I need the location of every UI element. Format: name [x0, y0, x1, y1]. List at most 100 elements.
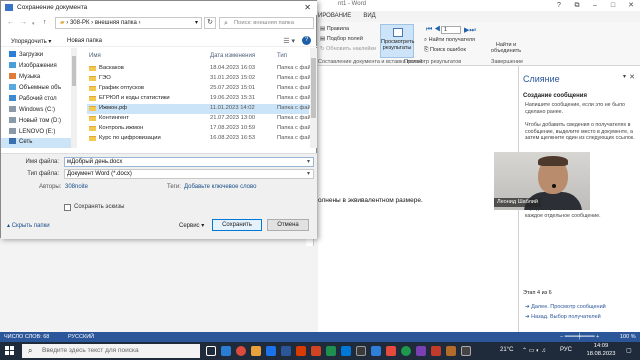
nav-item-downloads[interactable]: Загрузки	[9, 51, 43, 61]
file-list-scroll-thumb[interactable]	[311, 58, 316, 118]
minimize-icon[interactable]: –	[586, 0, 604, 11]
authors-value[interactable]: 308noite	[65, 184, 88, 190]
save-thumbnails-checkbox[interactable]	[64, 204, 71, 211]
view-options-icon[interactable]: ☰ ▾	[283, 37, 295, 45]
column-type[interactable]: Тип	[277, 53, 287, 59]
match-fields-button[interactable]: ▤ Подбор полей	[320, 36, 363, 42]
record-number-input[interactable]: 1	[441, 26, 461, 34]
dialog-close-icon[interactable]: ✕	[304, 3, 311, 12]
rules-button[interactable]: ▤ Правила	[320, 26, 349, 32]
check-errors-button[interactable]: ⎘ Поиск ошибок	[424, 47, 466, 54]
app-icon[interactable]	[356, 346, 366, 356]
up-arrow-icon[interactable]: ↑	[43, 19, 47, 26]
tab-mailings[interactable]: ИРОВАНИЕ	[318, 13, 351, 22]
clock[interactable]: 14:09 18.08.2023	[580, 343, 622, 358]
previous-step-link[interactable]: ➔ Назад. Выбор получателей	[525, 314, 601, 320]
preview-results-button[interactable]: Просмотреть результаты	[380, 24, 414, 58]
breadcrumb-external-folder[interactable]: внешняя папка	[95, 20, 137, 26]
app-icon[interactable]	[416, 346, 426, 356]
refresh-icon[interactable]: ↻	[204, 17, 216, 29]
word-icon[interactable]	[281, 346, 291, 356]
nav-item-3d-objects[interactable]: Объемные объ	[9, 84, 61, 94]
nav-item-music[interactable]: Музыка	[9, 73, 40, 83]
filetype-select[interactable]: Документ Word (*.docx) ▾	[64, 169, 314, 179]
finish-merge-button[interactable]: Найти и объединить	[490, 42, 522, 54]
recent-locations-icon[interactable]: ▾	[32, 21, 35, 27]
app-icon[interactable]	[221, 346, 231, 356]
file-row[interactable]: Контингент 21.07.2023 13:00 Папка с файл	[87, 114, 314, 124]
help-icon[interactable]: ?	[550, 0, 568, 11]
filename-input[interactable]: мДобрый день.docx ▾	[64, 157, 314, 167]
nav-item-drive-d[interactable]: Новый том (D:)	[9, 117, 61, 127]
excel-icon[interactable]	[326, 346, 336, 356]
app-icon[interactable]	[266, 346, 276, 356]
nav-item-network[interactable]: Сеть	[1, 138, 71, 148]
nav-item-pictures[interactable]: Изображения	[9, 62, 57, 72]
forward-arrow-icon[interactable]: →	[20, 19, 27, 26]
app-icon[interactable]	[296, 346, 306, 356]
tools-button[interactable]: Сервис ▾	[179, 222, 204, 229]
nav-scrollbar[interactable]	[71, 48, 77, 148]
app-icon[interactable]	[461, 346, 471, 356]
tray-icons[interactable]: ⌃ ▭ ◐ ♫	[522, 347, 546, 354]
zoom-level[interactable]: 100 %	[620, 334, 636, 340]
update-labels-button[interactable]: ↻ Обновить наклейки	[320, 46, 376, 52]
weather-widget[interactable]: 21°C	[500, 347, 513, 353]
pane-options-icon[interactable]: ▾	[623, 73, 626, 80]
new-folder-button[interactable]: Новая папка	[67, 38, 102, 44]
powerpoint-icon[interactable]	[311, 346, 321, 356]
app-icon[interactable]	[446, 346, 456, 356]
file-row[interactable]: График отпусков 25.07.2023 15:01 Папка с ф…	[87, 84, 314, 94]
back-arrow-icon[interactable]: ←	[7, 19, 14, 26]
windows-start-icon[interactable]	[5, 346, 15, 356]
file-row[interactable]: ЕГРЮЛ и коды статистики 19.06.2023 15:31 П…	[87, 94, 314, 104]
next-record-icon[interactable]: ▶⏭	[464, 26, 476, 35]
pane-close-icon[interactable]: ✕	[629, 73, 635, 81]
file-explorer-icon[interactable]	[251, 346, 261, 356]
organize-button[interactable]: Упорядочить ▾	[11, 38, 51, 45]
vscode-icon[interactable]	[371, 346, 381, 356]
app-icon[interactable]	[401, 346, 411, 356]
file-list-scrollbar[interactable]	[310, 48, 317, 148]
address-bar[interactable]: ▰ › 308-РК › внешняя папка › ▾	[55, 17, 202, 29]
zoom-slider[interactable]: − ━━━━┿━━━━ +	[560, 334, 599, 340]
close-icon[interactable]: ✕	[622, 0, 640, 11]
file-row[interactable]: Васкаков 18.04.2023 16:03 Папка с файл	[87, 64, 314, 74]
hide-folders-button[interactable]: ▴ Скрыть папки	[7, 222, 50, 229]
maximize-icon[interactable]: □	[604, 0, 622, 11]
ribbon-options-icon[interactable]: ⧉	[568, 0, 586, 11]
breadcrumb-308rk[interactable]: 308-РК	[70, 20, 90, 26]
column-name[interactable]: Имя	[89, 53, 101, 59]
chevron-down-icon[interactable]: ▾	[307, 158, 310, 166]
nav-item-drive-e[interactable]: LENOVO (E:)	[9, 128, 55, 138]
file-row[interactable]: Контроль.ижмон 17.08.2023 10:59 Папка с фа…	[87, 124, 314, 134]
word-count[interactable]: ЧИСЛО СЛОВ: 68	[4, 334, 49, 340]
file-row[interactable]: Курс по цифровизации 16.08.2023 16:53 Папк…	[87, 134, 314, 144]
chevron-down-icon[interactable]: ▾	[307, 170, 310, 178]
save-button[interactable]: Сохранить	[212, 219, 262, 231]
keyboard-language[interactable]: РУС	[560, 347, 572, 353]
nav-item-drive-c[interactable]: Windows (C:)	[9, 106, 55, 116]
file-row[interactable]: ГЭО 31.01.2023 15:02 Папка с файл	[87, 74, 314, 84]
next-step-link[interactable]: ➔ Далее. Просмотр сообщений	[525, 304, 606, 310]
help-icon[interactable]: ?	[302, 36, 311, 45]
task-view-icon[interactable]	[206, 346, 216, 356]
tags-input[interactable]: Добавьте ключевое слово	[184, 184, 256, 190]
search-input[interactable]: ⌕ Поиск: внешняя папка	[219, 17, 314, 29]
app-icon[interactable]	[431, 346, 441, 356]
nav-item-desktop[interactable]: Рабочий стол	[9, 95, 57, 105]
taskbar-search-input[interactable]: ⌕ Введите здесь текст для поиска	[22, 344, 200, 358]
app-icon[interactable]	[386, 346, 396, 356]
tab-view[interactable]: ВИД	[363, 13, 375, 22]
cancel-button[interactable]: Отмена	[267, 219, 309, 231]
file-row-selected[interactable]: Ижмон.рф 11.01.2023 14:02 Папка с файл	[87, 104, 314, 114]
app-icon[interactable]	[341, 346, 351, 356]
column-date[interactable]: Дата изменения	[210, 53, 255, 59]
notifications-icon[interactable]: ▢	[626, 347, 632, 354]
find-recipient-button[interactable]: ⌕ Найти получателя	[424, 37, 475, 44]
address-dropdown-icon[interactable]: ▾	[195, 18, 198, 28]
chrome-icon[interactable]	[236, 346, 246, 356]
language-indicator[interactable]: РУССКИЙ	[68, 334, 94, 340]
nav-scroll-thumb[interactable]	[72, 56, 76, 86]
save-thumbnails-label[interactable]: Сохранять эскизы	[74, 204, 124, 210]
